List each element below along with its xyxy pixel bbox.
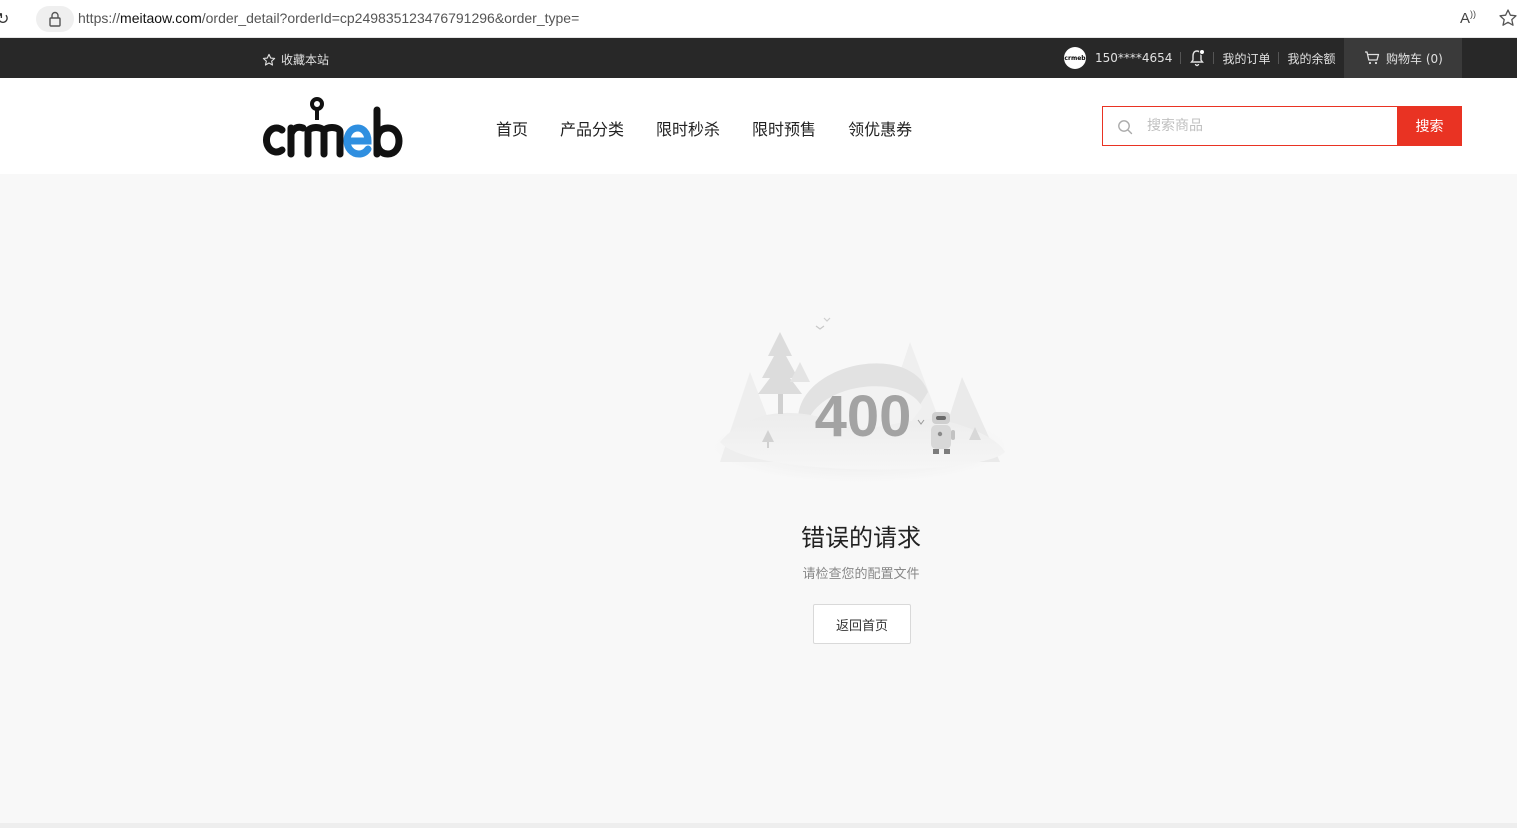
search-bar: 搜索 xyxy=(1102,106,1462,146)
user-phone[interactable]: 150****4654 xyxy=(1095,51,1172,65)
lock-icon xyxy=(49,11,61,27)
favorite-star-icon[interactable] xyxy=(1498,8,1517,28)
bookmark-site-label: 收藏本站 xyxy=(281,53,330,67)
error-illustration: 400 xyxy=(710,317,1010,483)
browser-address-bar: ↻ https://meitaow.com/order_detail?order… xyxy=(0,0,1517,38)
search-button[interactable]: 搜索 xyxy=(1397,106,1462,146)
site-header: crmeb 首页 产品分类 限时秒杀 限时预售 领优惠券 搜索 xyxy=(0,78,1517,174)
page-bottom-divider xyxy=(0,823,1517,828)
nav-home[interactable]: 首页 xyxy=(496,116,528,140)
user-area: crmeb 150****4654 我的订单 我的余额 xyxy=(1064,47,1335,69)
top-utility-bar: 收藏本站 crmeb 150****4654 我的订单 我的余额 购物车 (0) xyxy=(0,38,1517,78)
url-prefix: https:// xyxy=(78,10,121,26)
logo-text: crmeb xyxy=(262,96,266,97)
notification-bell-icon[interactable] xyxy=(1189,49,1206,67)
back-home-button[interactable]: 返回首页 xyxy=(813,604,911,644)
url-text[interactable]: https://meitaow.com/order_detail?orderId… xyxy=(78,10,579,26)
search-icon xyxy=(1118,120,1133,135)
crmeb-logo[interactable]: crmeb xyxy=(262,96,404,158)
search-input[interactable] xyxy=(1103,107,1397,145)
avatar-text: crmeb xyxy=(1064,54,1086,62)
error-subtitle: 请检查您的配置文件 xyxy=(802,567,920,582)
divider xyxy=(1278,52,1280,64)
error-code-text: 400 xyxy=(815,384,912,449)
cart-label: 购物车 (0) xyxy=(1386,51,1443,66)
reload-icon[interactable]: ↻ xyxy=(0,9,12,29)
read-aloud-icon[interactable]: A)) xyxy=(1460,9,1476,27)
search-input-wrap xyxy=(1103,107,1397,145)
cart-icon xyxy=(1365,51,1380,65)
my-balance-link[interactable]: 我的余额 xyxy=(1287,50,1335,67)
avatar[interactable]: crmeb xyxy=(1064,47,1086,69)
divider xyxy=(1180,52,1182,64)
nav-presale[interactable]: 限时预售 xyxy=(752,116,816,140)
nav-flash-sale[interactable]: 限时秒杀 xyxy=(656,116,720,140)
nav-coupons[interactable]: 领优惠券 xyxy=(848,116,912,140)
site-info-button[interactable] xyxy=(36,6,74,32)
read-aloud-label: A xyxy=(1460,10,1471,27)
url-domain: meitaow.com xyxy=(120,10,202,26)
cart-button[interactable]: 购物车 (0) xyxy=(1344,38,1462,78)
divider xyxy=(1213,52,1215,64)
main-nav: 首页 产品分类 限时秒杀 限时预售 领优惠券 xyxy=(496,116,912,140)
nav-categories[interactable]: 产品分类 xyxy=(560,116,624,140)
bookmark-site-link[interactable]: 收藏本站 xyxy=(262,51,329,68)
my-orders-link[interactable]: 我的订单 xyxy=(1222,50,1270,67)
url-path: /order_detail?orderId=cp2498351234767912… xyxy=(201,10,580,26)
error-title: 错误的请求 xyxy=(801,524,921,552)
star-icon xyxy=(262,53,276,66)
